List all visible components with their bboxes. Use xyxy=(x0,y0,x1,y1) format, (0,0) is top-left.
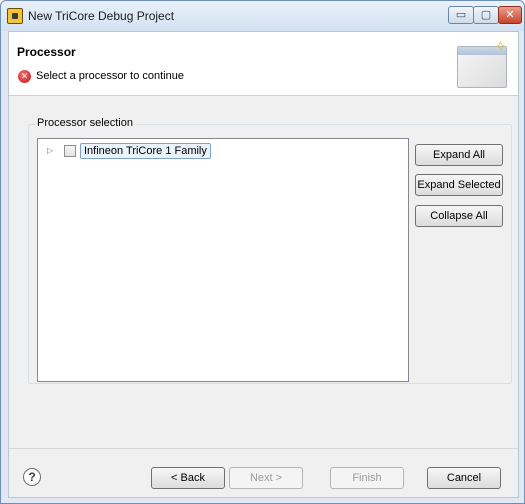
wizard-header: Processor ✕ Select a processor to contin… xyxy=(9,32,518,96)
wizard-banner-icon: ✧ xyxy=(457,39,507,88)
minimize-button[interactable]: ▭ xyxy=(448,6,474,24)
expand-selected-button[interactable]: Expand Selected xyxy=(415,174,503,196)
finish-button[interactable]: Finish xyxy=(330,467,404,489)
expand-all-button[interactable]: Expand All xyxy=(415,144,503,166)
processor-selection-label: Processor selection xyxy=(36,117,134,129)
window-title: New TriCore Debug Project xyxy=(28,9,175,23)
wizard-window: New TriCore Debug Project ▭ ▢ ✕ Processo… xyxy=(0,0,525,504)
error-icon: ✕ xyxy=(18,70,31,83)
close-button[interactable]: ✕ xyxy=(498,6,522,24)
sparkle-icon: ✧ xyxy=(494,39,508,56)
help-icon[interactable]: ? xyxy=(23,468,41,486)
maximize-button[interactable]: ▢ xyxy=(473,6,499,24)
tree-item-checkbox[interactable] xyxy=(64,145,76,157)
wizard-content: Processor ✕ Select a processor to contin… xyxy=(8,31,519,498)
collapse-all-button[interactable]: Collapse All xyxy=(415,205,503,227)
next-button[interactable]: Next > xyxy=(229,467,303,489)
tree-item-label[interactable]: Infineon TriCore 1 Family xyxy=(80,143,211,159)
processor-tree[interactable]: ▷ Infineon TriCore 1 Family xyxy=(37,138,409,382)
back-button[interactable]: < Back xyxy=(151,467,225,489)
cancel-button[interactable]: Cancel xyxy=(427,467,501,489)
title-bar[interactable]: New TriCore Debug Project ▭ ▢ ✕ xyxy=(1,1,524,31)
status-message: Select a processor to continue xyxy=(36,70,184,82)
expand-arrow-icon[interactable]: ▷ xyxy=(47,146,53,155)
page-title: Processor xyxy=(17,45,76,59)
footer-divider xyxy=(9,448,518,449)
tricore-app-icon xyxy=(7,8,23,24)
